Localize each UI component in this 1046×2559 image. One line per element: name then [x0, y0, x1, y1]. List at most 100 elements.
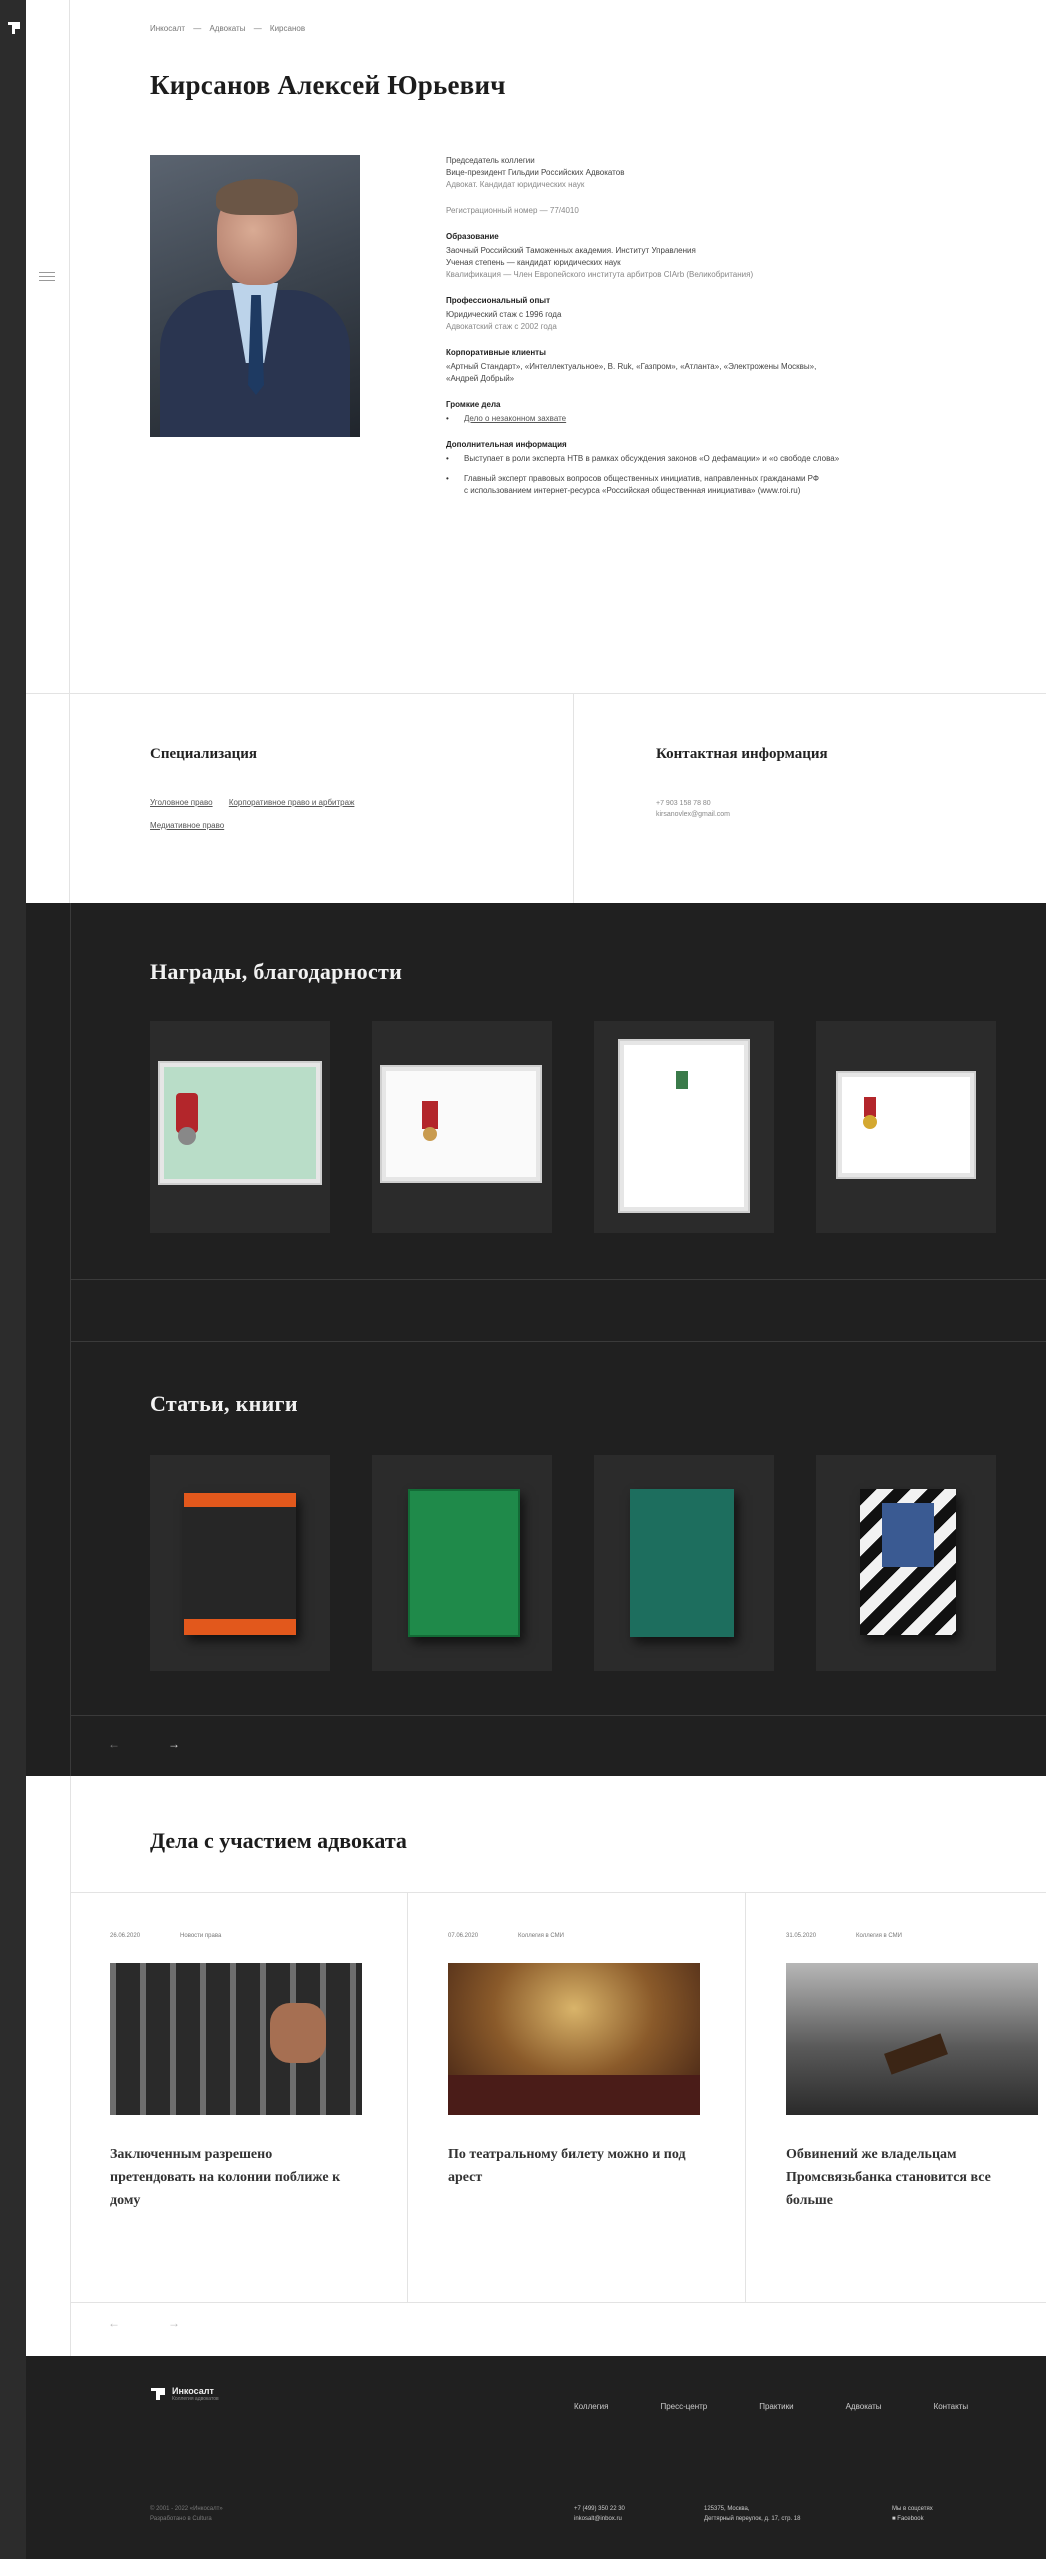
case-image — [786, 1963, 1038, 2115]
breadcrumb-sep: — — [253, 24, 262, 33]
menu-icon[interactable] — [39, 272, 55, 282]
book-card[interactable] — [594, 1455, 774, 1671]
specialization-link[interactable]: Корпоративное право и арбитраж — [229, 798, 355, 807]
award-card[interactable] — [150, 1021, 330, 1233]
list-item: Выступает в роли эксперта НТВ в рамках о… — [446, 453, 1006, 465]
education-line: Заочный Российский Таможенных академия. … — [446, 246, 696, 255]
award-image — [620, 1041, 748, 1211]
footer-brand[interactable]: Инкосалт Коллегия адвокатов — [150, 2386, 219, 2402]
awards-section: Награды, благодарности — [26, 903, 1046, 1341]
case-title[interactable]: По театральному билету можно и под арест — [448, 2143, 688, 2189]
education-line: Квалификация — Член Европейского институ… — [446, 270, 754, 279]
additional-line: с использованием интернет-ресурса «Росси… — [464, 486, 801, 495]
divider — [70, 1715, 1046, 1716]
image-gavel — [884, 2033, 948, 2075]
specialization-contacts: Специализация Уголовное право Корпоратив… — [26, 693, 1046, 904]
prev-arrow-icon[interactable]: ← — [108, 1737, 120, 1751]
case-tag[interactable]: Новости права — [180, 1933, 221, 1939]
clients-line: «Артный Стандарт», «Интеллектуальное», В… — [446, 362, 817, 371]
left-rail — [0, 0, 26, 2559]
case-tag[interactable]: Коллегия в СМИ — [856, 1933, 902, 1939]
divider — [70, 903, 71, 1341]
prev-arrow-icon[interactable]: ← — [108, 2316, 120, 2330]
divider — [70, 2302, 1046, 2303]
case-tag[interactable]: Коллегия в СМИ — [518, 1933, 564, 1939]
book-cover — [860, 1489, 956, 1635]
specialization-title: Специализация — [150, 746, 258, 762]
award-card[interactable] — [594, 1021, 774, 1233]
next-arrow-icon[interactable]: → — [168, 1737, 180, 1751]
medal — [423, 1127, 437, 1141]
footer-phone[interactable]: +7 (499) 350 22 30 — [574, 2504, 625, 2514]
award-card[interactable] — [816, 1021, 996, 1233]
logo-icon[interactable] — [6, 20, 22, 36]
next-arrow-icon[interactable]: → — [168, 2316, 180, 2330]
footer-email[interactable]: inkosalt@inbox.ru — [574, 2514, 625, 2524]
footer-nav-item[interactable]: Коллегия — [574, 2402, 608, 2411]
breadcrumb: Инкосалт — Адвокаты — Кирсанов — [150, 24, 311, 33]
book-stripe — [184, 1619, 296, 1635]
experience-heading: Профессиональный опыт — [446, 296, 551, 305]
address-line: Дегтярный переулок, д. 17, стр. 18 — [704, 2516, 801, 2522]
footer: Инкосалт Коллегия адвокатов Коллегия Пре… — [26, 2356, 1046, 2559]
copyright-line: © 2001 - 2022 «Инкосалт» — [150, 2506, 223, 2512]
roles-block: Председатель коллегии Вице-президент Гил… — [446, 155, 1006, 191]
footer-nav-item[interactable]: Практики — [759, 2402, 793, 2411]
medal — [863, 1115, 877, 1129]
award-image — [382, 1067, 540, 1181]
additional-heading: Дополнительная информация — [446, 440, 567, 449]
role-line: Адвокат. Кандидат юридических наук — [446, 180, 585, 189]
case-title[interactable]: Заключенным разрешено претендовать на ко… — [110, 2143, 350, 2212]
footer-nav-item[interactable]: Контакты — [934, 2402, 969, 2411]
book-card[interactable] — [372, 1455, 552, 1671]
education-heading: Образование — [446, 232, 499, 241]
address-line: 125375, Москва, — [704, 2506, 750, 2512]
medal-ribbon — [864, 1097, 876, 1117]
case-image — [110, 1963, 362, 2115]
contact-email[interactable]: kirsanovlex@gmail.com — [656, 809, 730, 820]
education-line: Ученая степень — кандидат юридических на… — [446, 258, 621, 267]
column-divider — [573, 694, 574, 904]
photo-hair — [216, 179, 298, 215]
footer-contacts: +7 (499) 350 22 30 inkosalt@inbox.ru — [574, 2504, 625, 2524]
copyright-line[interactable]: Разработано в Cultura — [150, 2514, 223, 2524]
profile-info: Председатель коллегии Вице-президент Гил… — [446, 155, 1006, 511]
role-line: Председатель коллегии — [446, 156, 535, 165]
breadcrumb-item[interactable]: Инкосалт — [150, 24, 185, 33]
social-label: Facebook — [897, 2516, 924, 2522]
book-card[interactable] — [816, 1455, 996, 1671]
clients-block: Корпоративные клиенты «Артный Стандарт»,… — [446, 347, 1006, 385]
reg-number: Регистрационный номер — 77/4010 — [446, 206, 579, 215]
book-card[interactable] — [150, 1455, 330, 1671]
footer-nav-item[interactable]: Пресс-центр — [660, 2402, 707, 2411]
breadcrumb-item: Кирсанов — [269, 24, 306, 33]
footer-nav-item[interactable]: Адвокаты — [846, 2402, 882, 2411]
contact-phone[interactable]: +7 903 158 78 80 — [656, 798, 730, 809]
specialization-link[interactable]: Медиативное право — [150, 821, 224, 830]
social-link[interactable]: ■ Facebook — [892, 2514, 933, 2524]
divider — [70, 1279, 1046, 1280]
specialization-link[interactable]: Уголовное право — [150, 798, 213, 807]
page: Инкосалт — Адвокаты — Кирсанов Кирсанов … — [26, 0, 1046, 2559]
case-date: 07.06.2020 — [448, 1933, 479, 1939]
side-panel — [26, 0, 70, 693]
image-hand — [270, 2003, 326, 2063]
case-link[interactable]: Дело о незаконном захвате — [464, 414, 566, 423]
additional-list: Выступает в роли эксперта НТВ в рамках о… — [446, 453, 1006, 497]
case-card[interactable]: 26.06.2020 Новости права Заключенным разр… — [70, 1892, 408, 2302]
footer-nav: Коллегия Пресс-центр Практики Адвокаты К… — [574, 2402, 1020, 2411]
case-title[interactable]: Обвинений же владельцам Промсвязьбанка с… — [786, 2143, 1026, 2212]
awards-title: Награды, благодарности — [150, 959, 403, 984]
case-meta: 26.06.2020 Новости права — [110, 1933, 261, 1939]
award-image — [838, 1073, 974, 1177]
case-card[interactable]: 07.06.2020 Коллегия в СМИ По театральному… — [408, 1892, 746, 2302]
experience-line: Юридический стаж с 1996 года — [446, 310, 562, 319]
image-stalls — [448, 2075, 700, 2115]
articles-title: Статьи, книги — [150, 1391, 298, 1416]
footer-brand-sub: Коллегия адвокатов — [172, 2396, 219, 2402]
breadcrumb-item[interactable]: Адвокаты — [209, 24, 245, 33]
award-card[interactable] — [372, 1021, 552, 1233]
case-meta: 31.05.2020 Коллегия в СМИ — [786, 1933, 942, 1939]
list-item: Дело о незаконном захвате — [446, 413, 1006, 425]
case-card[interactable]: 31.05.2020 Коллегия в СМИ Обвинений же вл… — [746, 1892, 1046, 2302]
